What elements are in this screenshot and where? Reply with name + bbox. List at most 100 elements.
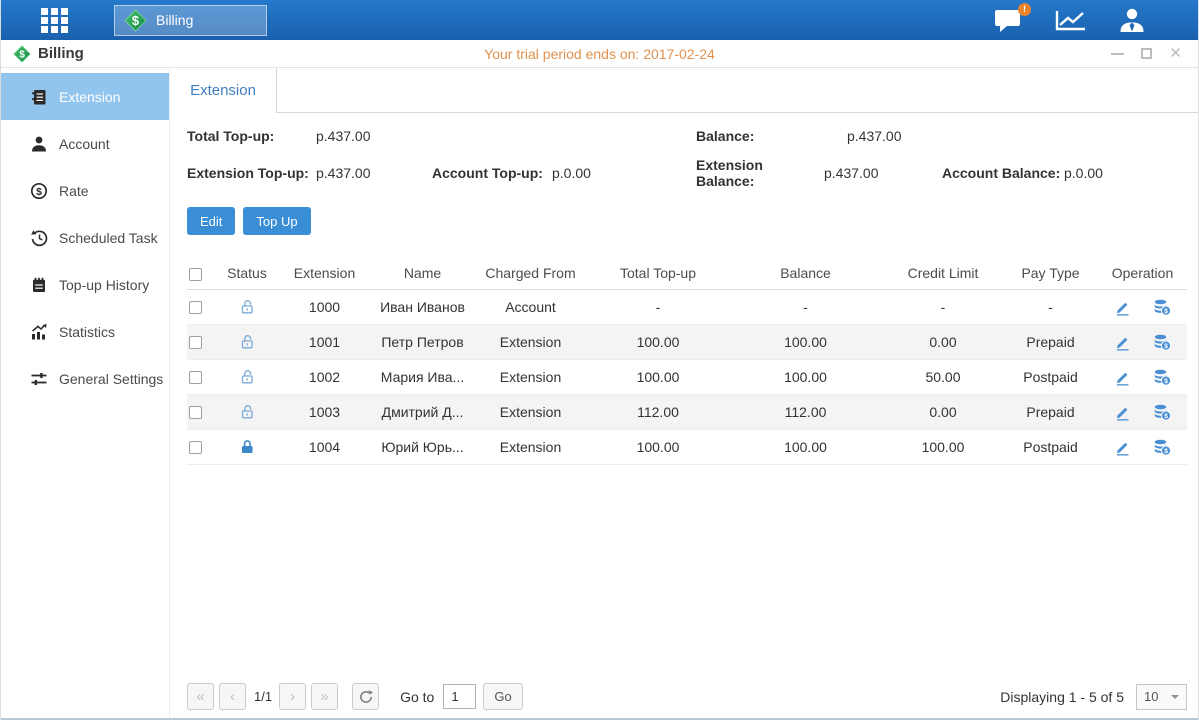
goto-page-input[interactable] xyxy=(443,684,476,709)
lock-open-icon[interactable] xyxy=(238,333,256,351)
app-tab-label: Billing xyxy=(156,12,193,28)
col-status: Status xyxy=(217,258,277,289)
app-tab-billing[interactable]: Billing xyxy=(114,5,267,36)
account-balance-value: p.0.00 xyxy=(1064,165,1187,181)
maximize-icon[interactable] xyxy=(1141,47,1152,61)
person-icon xyxy=(30,135,48,153)
table-row: 1004 Юрий Юрь... Extension 100.00 100.00… xyxy=(187,429,1187,464)
cell-total-topup: 112.00 xyxy=(588,394,728,429)
pagination-bar: « ‹ 1/1 › » Go to Go Displaying 1 - 5 of… xyxy=(187,683,1187,710)
row-checkbox[interactable] xyxy=(189,441,202,454)
sidebar-item-extension[interactable]: Extension xyxy=(1,73,169,120)
reports-chart-icon[interactable] xyxy=(1054,8,1088,33)
cell-charged-from: Extension xyxy=(473,324,588,359)
extension-balance-value: p.437.00 xyxy=(824,165,942,181)
row-checkbox[interactable] xyxy=(189,336,202,349)
next-page-button[interactable]: › xyxy=(279,683,306,710)
sidebar-item-account[interactable]: Account xyxy=(1,120,169,167)
col-total-topup: Total Top-up xyxy=(588,258,728,289)
page-size-select[interactable]: 10 xyxy=(1136,684,1187,710)
cell-extension: 1000 xyxy=(277,289,372,324)
col-balance: Balance xyxy=(728,258,883,289)
edit-row-icon[interactable] xyxy=(1114,368,1132,386)
close-icon[interactable]: ✕ xyxy=(1169,47,1182,61)
cell-extension: 1003 xyxy=(277,394,372,429)
sidebar-item-statistics[interactable]: Statistics xyxy=(1,308,169,355)
last-page-button[interactable]: » xyxy=(311,683,338,710)
edit-row-icon[interactable] xyxy=(1114,438,1132,456)
sidebar-item-topup-history[interactable]: Top-up History xyxy=(1,261,169,308)
col-extension: Extension xyxy=(277,258,372,289)
first-page-button[interactable]: « xyxy=(187,683,214,710)
dollar-circle-icon xyxy=(30,182,48,200)
displaying-status: Displaying 1 - 5 of 5 xyxy=(1000,689,1124,705)
row-checkbox[interactable] xyxy=(189,301,202,314)
apps-grid-icon[interactable] xyxy=(39,7,70,34)
total-topup-label: Total Top-up: xyxy=(187,128,316,144)
edit-row-icon[interactable] xyxy=(1114,333,1132,351)
cell-name: Иван Иванов xyxy=(372,289,473,324)
cell-balance: 100.00 xyxy=(728,324,883,359)
sliders-icon xyxy=(30,370,48,388)
extension-balance-label: Extension Balance: xyxy=(696,157,824,189)
lock-closed-icon[interactable] xyxy=(238,438,256,456)
cell-charged-from: Extension xyxy=(473,359,588,394)
table-row: 1000 Иван Иванов Account - - - - xyxy=(187,289,1187,324)
select-all-checkbox[interactable] xyxy=(189,268,202,281)
bar-chart-icon xyxy=(30,323,48,341)
edit-row-icon[interactable] xyxy=(1114,298,1132,316)
cell-name: Петр Петров xyxy=(372,324,473,359)
goto-label: Go to xyxy=(400,689,434,705)
cell-balance: - xyxy=(728,289,883,324)
lock-open-icon[interactable] xyxy=(238,298,256,316)
billing-diamond-icon xyxy=(124,9,147,32)
sidebar-item-rate[interactable]: Rate xyxy=(1,167,169,214)
topup-row-icon[interactable] xyxy=(1153,438,1171,456)
edit-button[interactable]: Edit xyxy=(187,207,235,235)
prev-page-button[interactable]: ‹ xyxy=(219,683,246,710)
tab-strip-filler xyxy=(277,68,1199,113)
lock-open-icon[interactable] xyxy=(238,403,256,421)
page-indicator: 1/1 xyxy=(254,689,272,704)
window-title-bar: Billing Your trial period ends on: 2017-… xyxy=(1,40,1198,68)
clock-history-icon xyxy=(30,229,48,247)
cell-balance: 100.00 xyxy=(728,359,883,394)
cell-name: Мария Ива... xyxy=(372,359,473,394)
account-balance-label: Account Balance: xyxy=(942,165,1064,181)
edit-row-icon[interactable] xyxy=(1114,403,1132,421)
col-name: Name xyxy=(372,258,473,289)
sidebar-item-label: Rate xyxy=(59,183,89,199)
sidebar-item-label: Account xyxy=(59,136,110,152)
sidebar-item-scheduled-task[interactable]: Scheduled Task xyxy=(1,214,169,261)
topup-row-icon[interactable] xyxy=(1153,333,1171,351)
cell-total-topup: - xyxy=(588,289,728,324)
billing-app-window: Billing ! xyxy=(0,0,1199,720)
table-header-row: Status Extension Name Charged From Total… xyxy=(187,258,1187,289)
cell-credit-limit: 0.00 xyxy=(883,324,1003,359)
lock-open-icon[interactable] xyxy=(238,368,256,386)
topup-row-icon[interactable] xyxy=(1153,403,1171,421)
page-size-value: 10 xyxy=(1144,689,1158,704)
row-checkbox[interactable] xyxy=(189,371,202,384)
col-charged-from: Charged From xyxy=(473,258,588,289)
sidebar-item-general-settings[interactable]: General Settings xyxy=(1,355,169,402)
sidebar-item-label: Top-up History xyxy=(59,277,149,293)
minimize-icon[interactable] xyxy=(1111,47,1124,61)
notifications-icon[interactable]: ! xyxy=(994,8,1024,33)
tab-extension[interactable]: Extension xyxy=(170,68,277,113)
table-row: 1003 Дмитрий Д... Extension 112.00 112.0… xyxy=(187,394,1187,429)
go-button[interactable]: Go xyxy=(483,683,522,710)
notification-badge: ! xyxy=(1018,3,1031,16)
topup-row-icon[interactable] xyxy=(1153,368,1171,386)
topup-row-icon[interactable] xyxy=(1153,298,1171,316)
notepad-icon xyxy=(30,276,48,294)
refresh-button[interactable] xyxy=(352,683,379,710)
cell-pay-type: Postpaid xyxy=(1003,359,1098,394)
user-account-icon[interactable] xyxy=(1118,7,1146,33)
sidebar-item-label: Statistics xyxy=(59,324,115,340)
top-up-button[interactable]: Top Up xyxy=(243,207,310,235)
row-checkbox[interactable] xyxy=(189,406,202,419)
balance-value: p.437.00 xyxy=(824,128,942,144)
account-topup-value: p.0.00 xyxy=(552,165,696,181)
cell-charged-from: Account xyxy=(473,289,588,324)
